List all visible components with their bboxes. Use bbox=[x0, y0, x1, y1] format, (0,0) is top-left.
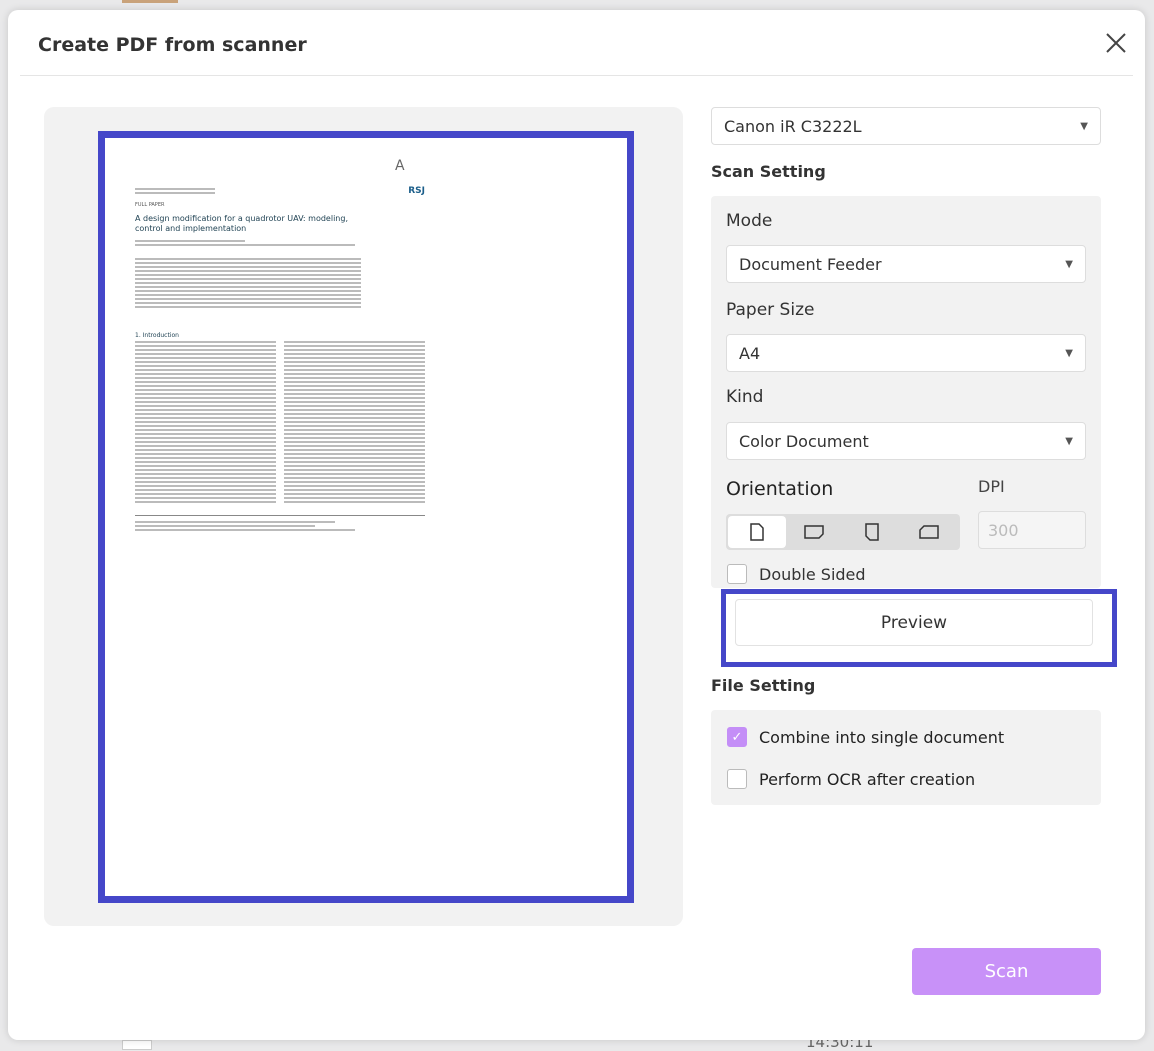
section-heading: 1. Introduction bbox=[135, 332, 179, 339]
orientation-landscape-button[interactable] bbox=[786, 516, 844, 548]
divider bbox=[20, 75, 1133, 76]
orientation-selector bbox=[726, 514, 960, 550]
ocr-label: Perform OCR after creation bbox=[759, 769, 976, 789]
paper-size-select[interactable]: A4 ▼ bbox=[726, 334, 1086, 372]
scanner-select[interactable]: Canon iR C3222L ▼ bbox=[711, 107, 1101, 145]
scan-preview-area: A RSJ FULL PAPER A design modification f… bbox=[44, 107, 683, 926]
dialog-title: Create PDF from scanner bbox=[38, 34, 307, 56]
handwritten-mark: A bbox=[395, 158, 405, 174]
kind-value: Color Document bbox=[739, 431, 869, 451]
orientation-label: Orientation bbox=[726, 478, 834, 500]
orientation-portrait-button[interactable] bbox=[728, 516, 786, 548]
journal-logo: RSJ bbox=[408, 186, 425, 196]
kind-select[interactable]: Color Document ▼ bbox=[726, 422, 1086, 460]
mode-label: Mode bbox=[726, 211, 773, 231]
portrait-flipped-page-icon bbox=[865, 523, 879, 541]
kind-label: Kind bbox=[726, 387, 764, 407]
portrait-page-icon bbox=[750, 523, 764, 541]
preview-highlight: Preview bbox=[721, 589, 1117, 667]
dpi-input[interactable]: 300 bbox=[978, 511, 1086, 549]
orientation-landscape-flipped-button[interactable] bbox=[901, 516, 959, 548]
checkbox-icon bbox=[727, 564, 747, 584]
chevron-down-icon: ▼ bbox=[1065, 347, 1073, 359]
scanner-value: Canon iR C3222L bbox=[724, 116, 862, 136]
mode-select[interactable]: Document Feeder ▼ bbox=[726, 245, 1086, 283]
checkmark-icon: ✓ bbox=[727, 727, 747, 747]
chevron-down-icon: ▼ bbox=[1065, 258, 1073, 270]
chevron-down-icon: ▼ bbox=[1080, 120, 1088, 132]
combine-checkbox[interactable]: ✓ Combine into single document bbox=[727, 727, 1004, 747]
landscape-flipped-page-icon bbox=[919, 525, 939, 539]
landscape-page-icon bbox=[804, 525, 824, 539]
background-thumbnail bbox=[122, 0, 178, 3]
file-setting-panel: ✓ Combine into single document Perform OC… bbox=[711, 710, 1101, 805]
file-setting-heading: File Setting bbox=[711, 676, 816, 695]
paper-title: A design modification for a quadrotor UA… bbox=[135, 214, 348, 233]
dpi-label: DPI bbox=[978, 477, 1005, 496]
paper-type: FULL PAPER bbox=[135, 202, 165, 208]
paper-size-value: A4 bbox=[739, 343, 761, 363]
close-icon[interactable] bbox=[1103, 30, 1129, 56]
double-sided-label: Double Sided bbox=[759, 564, 866, 584]
scan-setting-panel: Mode Document Feeder ▼ Paper Size A4 ▼ Kin… bbox=[711, 196, 1101, 588]
mode-value: Document Feeder bbox=[739, 254, 882, 274]
scanned-page: A RSJ FULL PAPER A design modification f… bbox=[105, 138, 627, 896]
combine-label: Combine into single document bbox=[759, 727, 1005, 747]
double-sided-checkbox[interactable]: Double Sided bbox=[727, 564, 866, 584]
background-thumbnail bbox=[122, 1040, 152, 1050]
chevron-down-icon: ▼ bbox=[1065, 435, 1073, 447]
checkbox-icon bbox=[727, 769, 747, 789]
ocr-checkbox[interactable]: Perform OCR after creation bbox=[727, 769, 975, 789]
orientation-portrait-flipped-button[interactable] bbox=[843, 516, 901, 548]
scanned-page-preview: A RSJ FULL PAPER A design modification f… bbox=[98, 131, 634, 903]
paper-size-label: Paper Size bbox=[726, 300, 815, 320]
scan-button[interactable]: Scan bbox=[912, 948, 1101, 995]
preview-button[interactable]: Preview bbox=[735, 599, 1093, 646]
scan-setting-heading: Scan Setting bbox=[711, 162, 826, 181]
